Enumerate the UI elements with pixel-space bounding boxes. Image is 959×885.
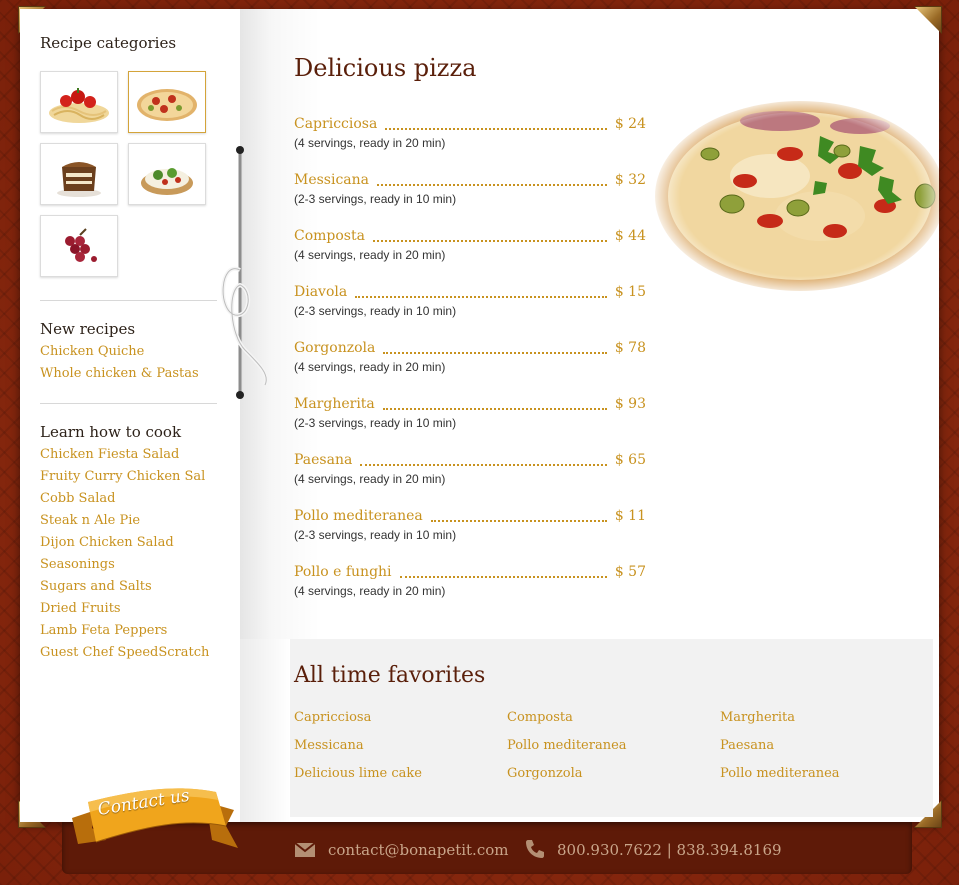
menu-item-price: $ 65 [614,452,646,468]
menu-item-name[interactable]: Messicana [294,172,369,188]
learn-link[interactable]: Chicken Fiesta Salad [40,447,179,462]
menu-item-price: $ 15 [614,284,646,300]
menu-item-desc: (4 servings, ready in 20 min) [294,360,446,374]
dotted-leader [385,120,607,130]
favorite-link[interactable]: Pollo mediteranea [507,738,627,753]
page-fold-shadow [240,639,290,822]
menu-item-name[interactable]: Diavola [294,284,347,300]
favorite-link[interactable]: Gorgonzola [507,766,583,781]
appetizer-thumbnail[interactable] [128,143,206,205]
pizza-thumbnail[interactable] [128,71,206,133]
pizza-image [650,96,939,296]
favorite-link[interactable]: Paesana [720,738,774,753]
dotted-leader [383,344,607,354]
favorite-link[interactable]: Composta [507,710,573,725]
sidebar-divider [40,403,217,404]
menu-item-name[interactable]: Paesana [294,452,352,468]
menu-item-name[interactable]: Composta [294,228,365,244]
learn-link[interactable]: Steak n Ale Pie [40,513,140,528]
menu-item-price: $ 11 [614,508,646,524]
ribbon-bookmark-icon [221,146,269,399]
dotted-leader [360,456,607,466]
learn-link[interactable]: Seasonings [40,557,115,572]
menu-item-desc: (4 servings, ready in 20 min) [294,136,446,150]
contact-us-button[interactable] [66,782,241,862]
menu-item: Pollo e funghi $ 57 (4 servings, ready i… [294,564,646,606]
cake-thumbnail[interactable] [40,143,118,205]
favorite-link[interactable]: Messicana [294,738,364,753]
contact-phone: 800.930.7622 | 838.394.8169 [557,841,782,859]
menu-item: Composta $ 44 (4 servings, ready in 20 m… [294,228,646,270]
favorite-link[interactable]: Delicious lime cake [294,766,422,781]
pizza-icon [137,89,197,121]
fruit-thumbnail[interactable] [40,215,118,277]
menu-item-price: $ 93 [614,396,646,412]
phone-icon [526,840,544,858]
dotted-leader [399,568,607,578]
menu-item-price: $ 78 [614,340,646,356]
learn-link[interactable]: Cobb Salad [40,491,115,506]
menu-item-name[interactable]: Gorgonzola [294,340,375,356]
learn-link[interactable]: Dijon Chicken Salad [40,535,174,550]
new-recipes-heading: New recipes [40,320,136,338]
menu-item-desc: (2-3 servings, ready in 10 min) [294,192,457,206]
dotted-leader [372,232,607,242]
favorite-link[interactable]: Pollo mediteranea [720,766,840,781]
sidebar-divider [40,300,217,301]
bruschetta-icon [141,168,193,195]
dotted-leader [355,288,607,298]
pasta-thumbnail[interactable] [40,71,118,133]
menu-item: Capricciosa $ 24 (4 servings, ready in 2… [294,116,646,158]
menu-item: Diavola $ 15 (2-3 servings, ready in 10 … [294,284,646,326]
sidebar: Recipe categories New recipes Chicken Qu… [20,9,240,822]
menu-item-desc: (4 servings, ready in 20 min) [294,248,446,262]
dotted-leader [430,512,607,522]
menu-item-name[interactable]: Pollo e funghi [294,564,392,580]
menu-item-desc: (4 servings, ready in 20 min) [294,584,446,598]
chocolate-cake-icon [57,162,101,197]
grapes-icon [65,228,97,262]
new-recipe-link[interactable]: Chicken Quiche [40,344,144,359]
learn-link[interactable]: Fruity Curry Chicken Sal [40,469,205,484]
menu-item: Gorgonzola $ 78 (4 servings, ready in 20… [294,340,646,382]
new-recipe-link[interactable]: Whole chicken & Pastas [40,366,199,381]
menu-item-name[interactable]: Pollo mediteranea [294,508,423,524]
spaghetti-tomato-icon [49,88,109,123]
mail-icon [294,842,316,857]
page-title: Delicious pizza [294,54,477,82]
menu-item: Messicana $ 32 (2-3 servings, ready in 1… [294,172,646,214]
menu-item-name[interactable]: Margherita [294,396,375,412]
dotted-leader [377,176,607,186]
menu-item-name[interactable]: Capricciosa [294,116,377,132]
menu-item: Margherita $ 93 (2-3 servings, ready in … [294,396,646,438]
menu-item-desc: (2-3 servings, ready in 10 min) [294,416,457,430]
menu-item-price: $ 24 [614,116,646,132]
learn-link[interactable]: Sugars and Salts [40,579,152,594]
learn-heading: Learn how to cook [40,423,182,441]
categories-heading: Recipe categories [40,34,177,52]
menu-item: Pollo mediteranea $ 11 (2-3 servings, re… [294,508,646,550]
learn-link[interactable]: Dried Fruits [40,601,121,616]
menu-item-desc: (2-3 servings, ready in 10 min) [294,304,457,318]
menu-item-desc: (4 servings, ready in 20 min) [294,472,446,486]
menu-item-desc: (2-3 servings, ready in 10 min) [294,528,457,542]
contact-email[interactable]: contact@bonapetit.com [328,841,508,859]
favorites-title: All time favorites [294,663,486,688]
menu-item-price: $ 44 [614,228,646,244]
menu-item-price: $ 57 [614,564,646,580]
learn-link[interactable]: Guest Chef SpeedScratch [40,645,209,660]
menu-item: Paesana $ 65 (4 servings, ready in 20 mi… [294,452,646,494]
learn-link[interactable]: Lamb Feta Peppers [40,623,167,638]
menu-item-price: $ 32 [614,172,646,188]
favorite-link[interactable]: Capricciosa [294,710,371,725]
dotted-leader [382,400,607,410]
favorite-link[interactable]: Margherita [720,710,795,725]
